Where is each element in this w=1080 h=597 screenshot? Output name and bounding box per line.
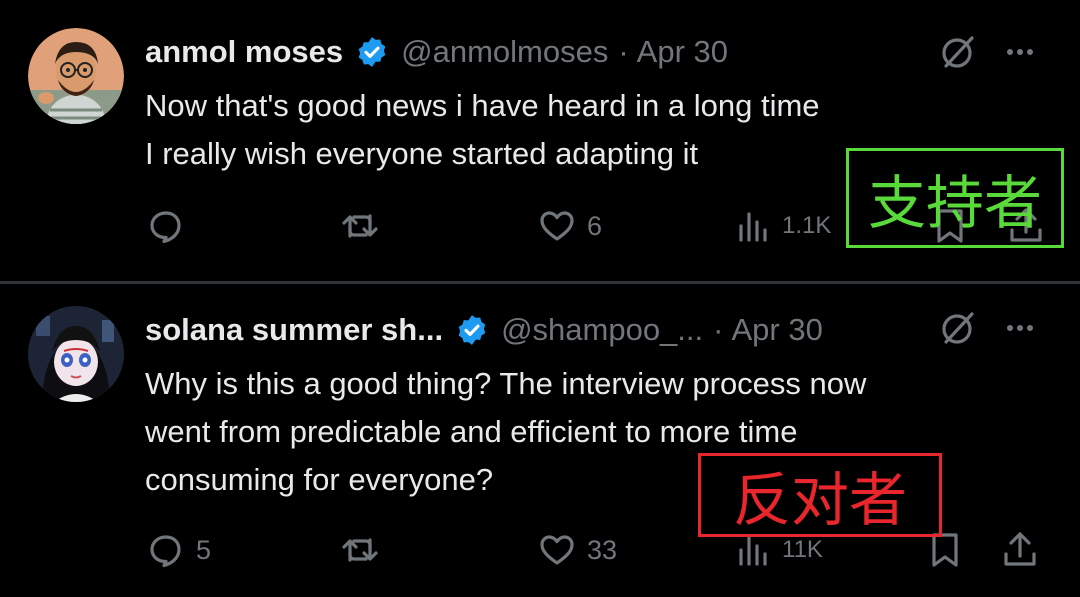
like-button[interactable]: 6	[537, 206, 602, 246]
views-button[interactable]: 1.1K	[734, 206, 831, 246]
like-count: 33	[587, 534, 618, 565]
reply-button[interactable]: 5	[146, 530, 211, 570]
tweet-date[interactable]: Apr 30	[731, 312, 822, 348]
more-icon[interactable]	[978, 32, 1040, 77]
author-handle[interactable]: @shampoo_...	[501, 312, 703, 348]
like-icon	[540, 211, 574, 241]
tweet-text-line: Now that's good news i have heard in a l…	[145, 88, 820, 123]
repost-icon	[342, 214, 378, 238]
reply-count: 5	[196, 534, 212, 565]
grok-icon[interactable]	[938, 308, 978, 353]
verified-badge-icon	[455, 313, 489, 347]
avatar[interactable]	[28, 306, 124, 402]
like-count: 6	[587, 210, 603, 241]
verified-badge-icon	[355, 35, 389, 69]
tweet-actions: 5 33 11K	[0, 530, 1080, 580]
view-count: 11K	[782, 536, 823, 563]
share-button[interactable]	[1000, 530, 1040, 570]
reply-icon	[150, 535, 181, 568]
supporter-label: 支持者	[846, 148, 1064, 248]
author-name[interactable]: anmol moses	[145, 34, 343, 70]
tweet-feed: anmol moses @anmolmoses · Apr 30 Now tha…	[0, 0, 1080, 597]
repost-icon	[342, 538, 378, 562]
author-handle[interactable]: @anmolmoses	[401, 34, 608, 70]
reply-icon	[150, 211, 181, 244]
author-name[interactable]: solana summer sh...	[145, 312, 443, 348]
grok-icon[interactable]	[938, 32, 978, 77]
view-count: 1.1K	[782, 212, 832, 239]
repost-button[interactable]	[340, 530, 390, 570]
tweet-text-line: Why is this a good thing? The interview …	[145, 366, 867, 401]
share-icon	[1004, 532, 1036, 566]
tweet-date[interactable]: Apr 30	[637, 34, 728, 70]
avatar[interactable]	[28, 28, 124, 124]
tweet-text-line: went from predictable and efficient to m…	[145, 414, 798, 449]
reply-button[interactable]	[146, 206, 196, 246]
like-button[interactable]: 33	[537, 530, 617, 570]
views-icon	[739, 212, 767, 242]
tweet-header: anmol moses @anmolmoses · Apr 30	[145, 28, 728, 76]
opponent-label: 反对者	[698, 453, 942, 537]
separator-dot: ·	[713, 312, 724, 347]
tweet-top-icons	[938, 308, 1040, 353]
repost-button[interactable]	[340, 206, 390, 246]
like-icon	[540, 535, 574, 565]
tweet-top-icons	[938, 32, 1040, 77]
more-icon[interactable]	[978, 308, 1040, 353]
tweet-1[interactable]: anmol moses @anmolmoses · Apr 30 Now tha…	[0, 0, 1080, 282]
tweet-header: solana summer sh... @shampoo_... · Apr 3…	[145, 306, 823, 354]
tweet-2[interactable]: solana summer sh... @shampoo_... · Apr 3…	[0, 284, 1080, 597]
separator-dot: ·	[618, 34, 629, 69]
